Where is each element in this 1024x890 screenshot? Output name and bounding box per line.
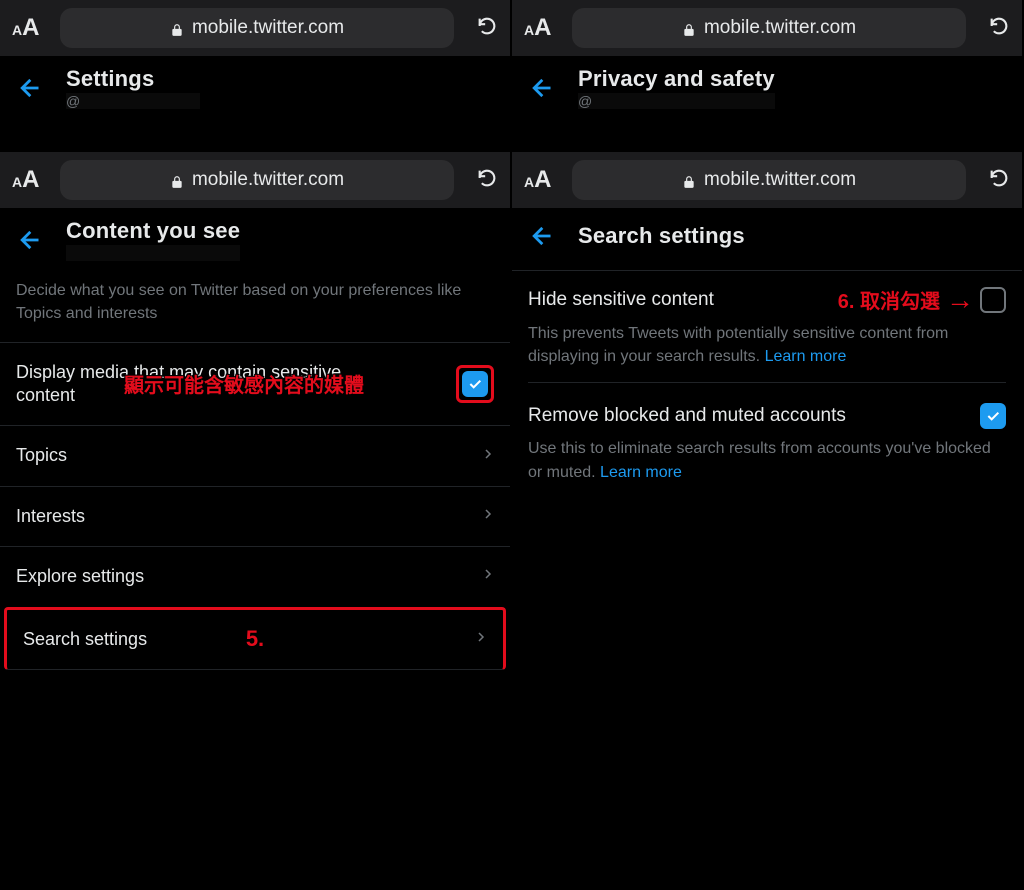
text-size-small: A	[12, 22, 22, 38]
refresh-icon[interactable]	[988, 167, 1010, 194]
annotation-step-6-group: 6. 取消勾選 →	[838, 285, 1006, 314]
lock-icon	[170, 21, 184, 35]
page-subtitle: @	[66, 93, 200, 109]
annotation-sensitive-media: 顯示可能含敏感內容的媒體	[124, 373, 364, 399]
annotation-frame-checkbox	[456, 365, 494, 403]
page-header: Settings @	[0, 56, 510, 115]
page-title: Content you see	[66, 218, 240, 244]
text-size-button[interactable]: A A	[524, 166, 572, 194]
annotation-arrow-icon: →	[946, 286, 974, 314]
row-label: Topics	[16, 444, 67, 467]
refresh-icon[interactable]	[476, 167, 498, 194]
text-size-button[interactable]: A A	[12, 166, 60, 194]
setting-remove-blocked: Remove blocked and muted accounts Use th…	[512, 389, 1022, 489]
row-label: Search settings	[23, 628, 147, 651]
page-title: Settings	[66, 66, 200, 92]
text-size-big: A	[22, 14, 39, 42]
page-title: Search settings	[578, 223, 745, 249]
address-url: mobile.twitter.com	[192, 169, 344, 191]
chevron-right-icon	[482, 565, 494, 588]
row-label: Interests	[16, 505, 85, 528]
address-bar: A A mobile.twitter.com	[512, 0, 1022, 56]
refresh-icon[interactable]	[988, 15, 1010, 42]
annotation-step-5: 5.	[246, 626, 264, 652]
back-button[interactable]	[14, 222, 50, 258]
row-explore-settings[interactable]: Explore settings	[0, 546, 510, 606]
address-url: mobile.twitter.com	[192, 17, 344, 39]
chevron-right-icon	[475, 628, 487, 651]
checkbox-remove-blocked[interactable]	[980, 403, 1006, 429]
setting-desc: This prevents Tweets with potentially se…	[528, 322, 1006, 368]
intro-text: Decide what you see on Twitter based on …	[0, 267, 510, 341]
address-bar: A A mobile.twitter.com	[0, 0, 510, 56]
address-bar: A A mobile.twitter.com	[512, 152, 1022, 208]
setting-title: Hide sensitive content	[528, 289, 714, 311]
address-field[interactable]: mobile.twitter.com	[572, 8, 966, 48]
address-bar: A A mobile.twitter.com	[0, 152, 510, 208]
chevron-right-icon	[482, 445, 494, 468]
chevron-right-icon	[482, 505, 494, 528]
link-learn-more[interactable]: Learn more	[600, 464, 682, 481]
link-learn-more[interactable]: Learn more	[765, 348, 847, 365]
text-size-button[interactable]: A A	[524, 14, 572, 42]
checkbox-sensitive-media[interactable]	[462, 371, 488, 397]
back-button[interactable]	[14, 70, 50, 106]
refresh-icon[interactable]	[476, 15, 498, 42]
setting-desc: Use this to eliminate search results fro…	[528, 437, 1006, 483]
address-field[interactable]: mobile.twitter.com	[572, 160, 966, 200]
back-button[interactable]	[526, 218, 562, 254]
lock-icon	[682, 21, 696, 35]
row-search-settings[interactable]: Search settings 5.	[4, 607, 506, 670]
setting-title: Remove blocked and muted accounts	[528, 405, 846, 427]
row-sensitive-media[interactable]: Display media that may contain sensitive…	[0, 342, 510, 426]
checkbox-hide-sensitive[interactable]	[980, 287, 1006, 313]
panel-content-you-see: A A mobile.twitter.com Content you see	[0, 152, 510, 890]
page-header: Search settings	[512, 208, 1022, 270]
row-topics[interactable]: Topics	[0, 425, 510, 485]
row-label: Explore settings	[16, 565, 144, 588]
address-url: mobile.twitter.com	[704, 17, 856, 39]
back-button[interactable]	[526, 70, 562, 106]
address-field[interactable]: mobile.twitter.com	[60, 8, 454, 48]
page-subtitle: @	[578, 93, 775, 109]
page-subtitle	[66, 245, 240, 261]
row-interests[interactable]: Interests	[0, 486, 510, 546]
page-header: Privacy and safety @	[512, 56, 1022, 115]
address-url: mobile.twitter.com	[704, 169, 856, 191]
panel-search-settings: A A mobile.twitter.com Search settings	[512, 152, 1022, 890]
setting-hide-sensitive: Hide sensitive content 6. 取消勾選 → This pr…	[512, 270, 1022, 389]
page-header: Content you see	[0, 208, 510, 267]
annotation-step-6: 6. 取消勾選	[838, 285, 940, 314]
lock-icon	[170, 173, 184, 187]
panel-settings-header: A A mobile.twitter.com Settings	[0, 0, 510, 150]
panel-privacy-header: A A mobile.twitter.com Privacy and safet…	[512, 0, 1022, 150]
address-field[interactable]: mobile.twitter.com	[60, 160, 454, 200]
lock-icon	[682, 173, 696, 187]
text-size-button[interactable]: A A	[12, 14, 60, 42]
page-title: Privacy and safety	[578, 66, 775, 92]
